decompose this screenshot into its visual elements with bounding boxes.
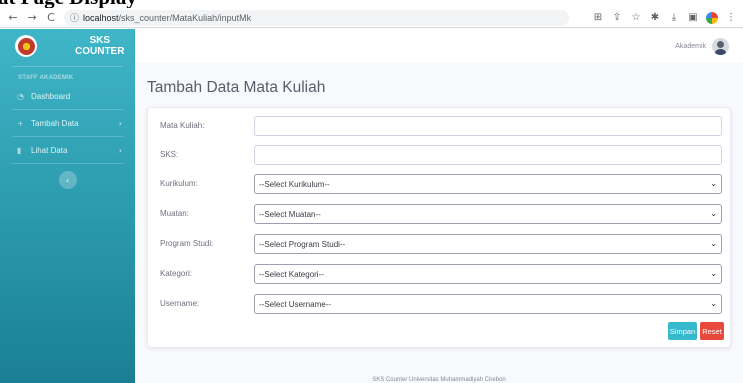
reset-button[interactable]: Reset bbox=[700, 322, 724, 340]
muatan-label: Muatan: bbox=[160, 209, 189, 218]
brand-text: SKS COUNTER bbox=[75, 35, 124, 57]
username-select-value: --Select Username-- bbox=[259, 299, 332, 309]
topbar: Akademik bbox=[135, 29, 743, 63]
program-studi-select[interactable]: --Select Program Studi-- ⌄ bbox=[254, 234, 722, 254]
sidebar-item-label: Tambah Data bbox=[31, 118, 79, 128]
brand-line-1: SKS bbox=[89, 35, 110, 46]
kategori-label: Kategori: bbox=[160, 269, 193, 278]
sidebar-divider bbox=[12, 109, 123, 110]
kategori-select[interactable]: --Select Kategori-- ⌄ bbox=[254, 264, 722, 284]
form-row-program-studi: Program Studi: --Select Program Studi-- … bbox=[148, 234, 732, 254]
sidebar-item-tambah-data[interactable]: + Tambah Data › bbox=[0, 114, 135, 132]
form-row-kurikulum: Kurikulum: --Select Kurikulum-- ⌄ bbox=[148, 174, 732, 194]
translate-icon[interactable]: ⊞ bbox=[592, 12, 604, 23]
download-icon[interactable]: ⤓ bbox=[668, 12, 680, 23]
sks-input[interactable] bbox=[254, 145, 722, 165]
form-row-mata-kuliah: Mata Kuliah: bbox=[148, 116, 732, 136]
plus-icon: + bbox=[17, 118, 24, 128]
program-studi-select-value: --Select Program Studi-- bbox=[259, 239, 346, 249]
address-bar[interactable]: ⓘ localhost/sks_counter/MataKuliah/input… bbox=[64, 9, 569, 26]
sidebar-divider bbox=[12, 163, 123, 164]
menu-icon[interactable]: ⋮ bbox=[725, 12, 737, 23]
address-path: /sks_counter/MataKuliah/inputMk bbox=[118, 12, 252, 23]
document-title: at Page Display bbox=[0, 0, 743, 8]
mata-kuliah-label: Mata Kuliah: bbox=[160, 121, 205, 130]
muatan-select-value: --Select Muatan-- bbox=[259, 209, 321, 219]
file-icon: ▮ bbox=[17, 145, 22, 155]
back-arrow-icon[interactable]: ← bbox=[6, 11, 20, 25]
kategori-select-value: --Select Kategori-- bbox=[259, 269, 324, 279]
chevron-down-icon: ⌄ bbox=[710, 299, 717, 308]
kurikulum-select[interactable]: --Select Kurikulum-- ⌄ bbox=[254, 174, 722, 194]
browser-toolbar: ← → C ⓘ localhost/sks_counter/MataKuliah… bbox=[0, 8, 743, 28]
profile-icon[interactable] bbox=[706, 11, 718, 24]
sks-label: SKS: bbox=[160, 150, 179, 159]
chevron-down-icon: ⌄ bbox=[710, 239, 717, 248]
username-label: Username: bbox=[160, 299, 200, 308]
kurikulum-label: Kurikulum: bbox=[160, 179, 198, 188]
sidebar-brand[interactable]: SKS COUNTER bbox=[0, 29, 135, 63]
main-content: Tambah Data Mata Kuliah Mata Kuliah: SKS… bbox=[135, 63, 743, 383]
share-icon[interactable]: ⇪ bbox=[611, 12, 623, 23]
address-host: localhost bbox=[83, 12, 119, 23]
form-row-muatan: Muatan: --Select Muatan-- ⌄ bbox=[148, 204, 732, 224]
brand-line-2: COUNTER bbox=[75, 46, 125, 57]
sidebar-divider bbox=[12, 136, 123, 137]
extensions-icon[interactable]: ✱ bbox=[649, 12, 661, 23]
dashboard-icon: ◔ bbox=[17, 91, 24, 101]
chevron-down-icon: ⌄ bbox=[710, 209, 717, 218]
university-logo-icon bbox=[15, 35, 37, 57]
info-icon[interactable]: ⓘ bbox=[70, 11, 79, 24]
sidebar-toggle-button[interactable]: ‹ bbox=[58, 171, 77, 189]
sidebar-item-label: Dashboard bbox=[31, 91, 71, 101]
forward-arrow-icon[interactable]: → bbox=[25, 11, 39, 25]
sidebar-item-dashboard[interactable]: ◔ Dashboard bbox=[0, 87, 135, 105]
form-row-sks: SKS: bbox=[148, 145, 732, 165]
program-studi-label: Program Studi: bbox=[160, 239, 214, 248]
sidebar-item-label: Lihat Data bbox=[31, 145, 68, 155]
avatar[interactable] bbox=[712, 37, 729, 55]
muatan-select[interactable]: --Select Muatan-- ⌄ bbox=[254, 204, 722, 224]
username-select[interactable]: --Select Username-- ⌄ bbox=[254, 294, 722, 314]
mata-kuliah-input[interactable] bbox=[254, 116, 722, 136]
page-title: Tambah Data Mata Kuliah bbox=[147, 79, 326, 96]
side-panel-icon[interactable]: ▣ bbox=[687, 12, 699, 23]
kurikulum-select-value: --Select Kurikulum-- bbox=[259, 179, 330, 189]
form-row-kategori: Kategori: --Select Kategori-- ⌄ bbox=[148, 264, 732, 284]
sidebar-item-lihat-data[interactable]: ▮ Lihat Data › bbox=[0, 141, 135, 159]
chevron-right-icon: › bbox=[118, 145, 122, 155]
chevron-down-icon: ⌄ bbox=[710, 179, 717, 188]
sidebar: SKS COUNTER STAFF AKADEMIK ◔ Dashboard +… bbox=[0, 29, 135, 383]
chevron-down-icon: ⌄ bbox=[710, 269, 717, 278]
footer-text: SKS Counter Universitas Muhammadiyah Cir… bbox=[372, 377, 506, 383]
reload-icon[interactable]: C bbox=[44, 11, 58, 25]
save-button[interactable]: Simpan bbox=[668, 322, 697, 340]
user-name[interactable]: Akademik bbox=[675, 43, 706, 50]
bookmark-star-icon[interactable]: ☆ bbox=[630, 12, 642, 23]
form-row-username: Username: --Select Username-- ⌄ bbox=[148, 294, 732, 314]
sidebar-heading: STAFF AKADEMIK bbox=[18, 75, 74, 81]
chevron-right-icon: › bbox=[118, 118, 122, 128]
form-card: Mata Kuliah: SKS: Kurikulum: --Select Ku… bbox=[147, 107, 731, 348]
